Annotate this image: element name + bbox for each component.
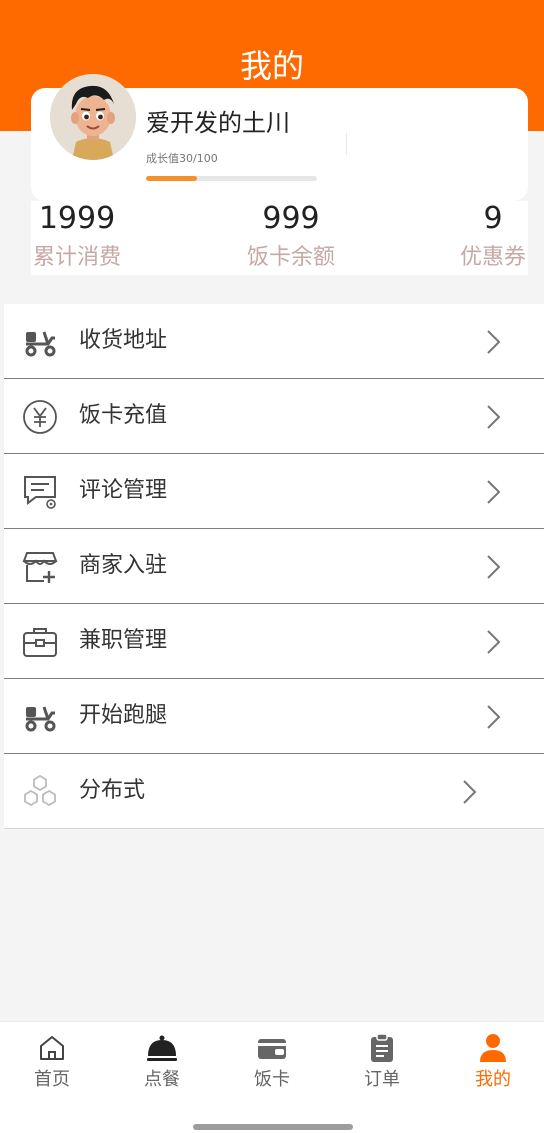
divider	[346, 133, 347, 155]
scooter-icon	[25, 331, 56, 357]
chevron-right-icon	[463, 780, 477, 804]
tab-label: 订单	[364, 1069, 400, 1090]
menu-item-comment-management[interactable]: 评论管理	[4, 454, 544, 529]
menu-item-distributed[interactable]: 分布式	[4, 754, 544, 829]
chevron-right-icon	[487, 630, 501, 654]
tab-meal-card[interactable]: 饭卡	[222, 1032, 322, 1102]
briefcase-icon	[23, 628, 57, 657]
clipboard-icon	[371, 1033, 393, 1062]
tab-orders[interactable]: 订单	[332, 1032, 432, 1102]
tab-label: 饭卡	[254, 1069, 290, 1090]
stat-label: 优惠券	[459, 245, 526, 270]
chevron-right-icon	[487, 405, 501, 429]
menu-item-label: 饭卡充值	[79, 403, 168, 428]
food-cloche-icon	[147, 1035, 177, 1061]
tab-order-food[interactable]: 点餐	[112, 1032, 212, 1102]
menu-item-merchant-join[interactable]: 商家入驻	[4, 529, 544, 604]
wallet-card-icon	[258, 1039, 286, 1059]
menu-item-label: 评论管理	[79, 478, 168, 503]
hexagons-icon	[24, 774, 56, 807]
menu-item-label: 分布式	[79, 778, 146, 803]
menu-item-delivery-address[interactable]: 收货地址	[4, 304, 544, 379]
bottom-tab-bar: 首页 点餐 饭卡 订单 我的	[0, 1021, 544, 1133]
tab-mine[interactable]: 我的	[443, 1032, 543, 1102]
stat-value: 1999	[38, 201, 116, 236]
chevron-right-icon	[487, 330, 501, 354]
growth-progress-fill	[146, 176, 198, 181]
yen-coin-icon	[23, 400, 57, 434]
growth-value-label: 成长值30/100	[146, 152, 218, 165]
tab-home[interactable]: 首页	[2, 1032, 102, 1102]
stat-card-balance[interactable]: 999 饭卡余额	[245, 201, 337, 273]
stat-coupons[interactable]: 9 优惠券	[458, 201, 528, 273]
menu-item-label: 商家入驻	[79, 553, 168, 578]
stat-label: 累计消费	[32, 245, 121, 270]
chevron-right-icon	[487, 480, 501, 504]
tab-label: 我的	[475, 1069, 511, 1090]
stats-panel: 1999 累计消费 999 饭卡余额 9 优惠券	[31, 201, 528, 275]
chevron-right-icon	[487, 555, 501, 579]
menu-item-label: 兼职管理	[79, 628, 168, 653]
menu-item-label: 开始跑腿	[79, 703, 168, 728]
menu-item-start-errand[interactable]: 开始跑腿	[4, 679, 544, 754]
stat-label: 饭卡余额	[246, 245, 335, 270]
comment-settings-icon	[24, 476, 56, 509]
stat-value: 999	[262, 201, 320, 236]
home-icon	[40, 1036, 64, 1060]
menu-item-card-recharge[interactable]: 饭卡充值	[4, 379, 544, 454]
tab-label: 首页	[34, 1069, 70, 1090]
user-icon	[480, 1034, 506, 1062]
menu-item-part-time-management[interactable]: 兼职管理	[4, 604, 544, 679]
tab-label: 点餐	[144, 1069, 180, 1090]
home-indicator[interactable]	[193, 1124, 353, 1130]
stat-total-spend[interactable]: 1999 累计消费	[31, 201, 123, 273]
store-add-icon	[22, 552, 58, 583]
menu-item-label: 收货地址	[79, 328, 168, 353]
growth-progress-bar	[146, 176, 317, 181]
username: 爱开发的土川	[146, 109, 290, 137]
stat-value: 9	[483, 201, 503, 236]
menu-list: 收货地址 饭卡充值 评论管理 商家入驻 兼职管理 开始跑腿 分布式	[4, 304, 544, 829]
avatar[interactable]	[50, 74, 136, 160]
scooter-icon	[25, 706, 56, 732]
chevron-right-icon	[487, 705, 501, 729]
